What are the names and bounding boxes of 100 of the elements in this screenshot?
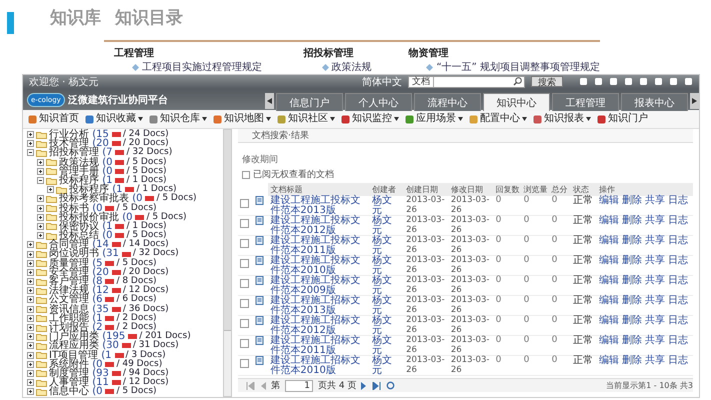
action-link[interactable]: 共享 bbox=[645, 235, 665, 246]
expand-icon[interactable] bbox=[27, 278, 34, 286]
row-checkbox[interactable] bbox=[240, 259, 249, 268]
action-link[interactable]: 日志 bbox=[668, 295, 688, 306]
expand-icon[interactable] bbox=[27, 306, 34, 313]
action-link[interactable]: 编辑 bbox=[599, 275, 619, 286]
action-link[interactable]: 编辑 bbox=[599, 295, 619, 306]
expand-icon[interactable] bbox=[37, 168, 44, 175]
tree-item[interactable]: 公文管理 (6 bbox=[49, 295, 102, 305]
tree-item[interactable]: 信息中心 (0 bbox=[49, 387, 102, 396]
tree-item[interactable]: 管理手册 (0 bbox=[59, 166, 112, 176]
action-link[interactable]: 删除 bbox=[622, 235, 642, 246]
tree-item[interactable]: 安全管理 (20 bbox=[49, 268, 109, 278]
action-link[interactable]: 共享 bbox=[645, 355, 665, 366]
expand-icon[interactable] bbox=[27, 370, 34, 377]
action-link[interactable]: 共享 bbox=[645, 275, 665, 286]
nav-tab[interactable]: 流程中心 bbox=[414, 93, 482, 111]
tree-item[interactable]: 合同管理 (14 bbox=[49, 240, 109, 250]
expand-icon[interactable] bbox=[27, 333, 34, 340]
document-link[interactable]: 建设工程施工投标文件范本2010版 bbox=[268, 256, 370, 276]
toolbar-button[interactable]: 配置中心 bbox=[466, 113, 530, 125]
document-link[interactable]: 建设工程施工投标文件范本2013版 bbox=[268, 196, 370, 216]
expand-icon[interactable] bbox=[27, 268, 34, 276]
action-link[interactable]: 删除 bbox=[622, 255, 642, 266]
action-link[interactable]: 删除 bbox=[622, 195, 642, 206]
collapse-icon[interactable] bbox=[37, 177, 44, 184]
document-link[interactable]: 建设工程施工投标文件范本2012版 bbox=[268, 216, 370, 236]
expand-icon[interactable] bbox=[27, 296, 34, 304]
tree-item[interactable]: 系统附件 (0 bbox=[49, 360, 102, 369]
scope-select[interactable]: 文档 bbox=[409, 76, 434, 86]
tree-item[interactable]: 技术管理 (20 bbox=[49, 139, 109, 148]
scrollbar[interactable] bbox=[223, 129, 232, 397]
nav-tab[interactable]: 知识中心 bbox=[483, 93, 550, 111]
row-checkbox[interactable] bbox=[240, 299, 249, 308]
document-link[interactable]: 建设工程施工投标文件范本2009版 bbox=[268, 276, 370, 296]
document-link[interactable]: 建设工程施工招标文件范本2010版 bbox=[268, 356, 370, 376]
action-link[interactable]: 日志 bbox=[668, 235, 688, 246]
toolbar-button[interactable]: 知识门户 bbox=[594, 113, 651, 125]
tree-item[interactable]: 投标程序 (1 bbox=[59, 176, 112, 186]
expand-icon[interactable] bbox=[27, 342, 34, 350]
tree-item[interactable]: 流程应用类 (30 bbox=[49, 341, 119, 351]
row-checkbox[interactable] bbox=[240, 339, 249, 348]
row-checkbox[interactable] bbox=[240, 319, 249, 328]
page-field[interactable]: 1 bbox=[285, 380, 313, 392]
catalog-link[interactable]: “十一五” 规划项目调整事项管理规定 bbox=[436, 61, 600, 74]
action-link[interactable]: 编辑 bbox=[599, 335, 619, 346]
tree-item[interactable]: 法律法规 (12 bbox=[49, 286, 109, 296]
tree-item[interactable]: 投标程序 (1 bbox=[69, 185, 122, 194]
action-link[interactable]: 删除 bbox=[622, 315, 642, 326]
row-checkbox[interactable] bbox=[240, 279, 249, 288]
nav-tab[interactable]: 报表中心 bbox=[621, 93, 688, 111]
tree-item[interactable]: 制度管理 (93 bbox=[49, 368, 109, 378]
expand-icon[interactable] bbox=[27, 314, 34, 322]
tree-item[interactable]: 人事管理 (11 bbox=[49, 378, 109, 388]
tree-item[interactable]: IT项目管理 (1 bbox=[49, 350, 112, 360]
expand-icon[interactable] bbox=[27, 324, 34, 332]
expand-icon[interactable] bbox=[27, 250, 34, 258]
expand-icon[interactable] bbox=[27, 287, 34, 294]
expand-icon[interactable] bbox=[27, 260, 34, 267]
nav-tab[interactable]: 工程管理 bbox=[552, 93, 620, 111]
action-link[interactable]: 共享 bbox=[645, 315, 665, 326]
row-checkbox[interactable] bbox=[240, 239, 249, 248]
document-link[interactable]: 建设工程施工招标文件范本2012版 bbox=[268, 316, 370, 336]
action-link[interactable]: 日志 bbox=[668, 275, 688, 286]
expand-icon[interactable] bbox=[27, 352, 34, 359]
tree-item[interactable]: 招投标管理 (7 bbox=[49, 148, 112, 158]
expand-icon[interactable] bbox=[27, 360, 34, 368]
action-link[interactable]: 日志 bbox=[668, 355, 688, 366]
expand-icon[interactable] bbox=[27, 388, 34, 396]
action-link[interactable]: 编辑 bbox=[599, 255, 619, 266]
row-checkbox[interactable] bbox=[240, 219, 249, 228]
expand-icon[interactable] bbox=[27, 131, 34, 138]
catalog-link[interactable]: 工程项目实施过程管理规定 bbox=[142, 61, 262, 74]
expand-icon[interactable] bbox=[37, 204, 44, 212]
toolbar-button[interactable]: 知识地图 bbox=[210, 113, 274, 125]
tree-item[interactable]: 客户管理 (8 bbox=[49, 277, 102, 286]
tree-item[interactable]: 岗位说明书 (31 bbox=[49, 249, 119, 259]
search-button[interactable]: 搜索 bbox=[531, 76, 563, 87]
action-link[interactable]: 删除 bbox=[622, 335, 642, 346]
action-link[interactable]: 删除 bbox=[622, 275, 642, 286]
row-checkbox[interactable] bbox=[240, 359, 249, 368]
toolbar-button[interactable]: 知识报表 bbox=[530, 113, 594, 125]
tree-item[interactable]: 投标报价审批 (0 bbox=[59, 212, 132, 222]
tree-item[interactable]: 保密协议 (1 bbox=[59, 222, 112, 232]
document-link[interactable]: 建设工程施工招标文件范本2013版 bbox=[268, 296, 370, 316]
action-link[interactable]: 删除 bbox=[622, 215, 642, 226]
catalog-link[interactable]: 政策法规 bbox=[332, 61, 372, 74]
action-link[interactable]: 共享 bbox=[645, 255, 665, 266]
tree-item[interactable]: 资讯信息 (35 bbox=[49, 304, 109, 314]
nav-tab[interactable]: 个人中心 bbox=[345, 93, 412, 111]
tree-item[interactable]: 政策法规 (0 bbox=[59, 158, 112, 167]
action-link[interactable]: 删除 bbox=[622, 355, 642, 366]
action-link[interactable]: 日志 bbox=[668, 315, 688, 326]
expand-icon[interactable] bbox=[37, 158, 44, 166]
action-link[interactable]: 日志 bbox=[668, 255, 688, 266]
document-link[interactable]: 建设工程施工投标文件范本2011版 bbox=[268, 236, 370, 256]
tree-item[interactable]: 行业分析 (15 bbox=[49, 130, 109, 140]
action-link[interactable]: 编辑 bbox=[599, 355, 619, 366]
action-link[interactable]: 共享 bbox=[645, 295, 665, 306]
action-link[interactable]: 共享 bbox=[645, 335, 665, 346]
